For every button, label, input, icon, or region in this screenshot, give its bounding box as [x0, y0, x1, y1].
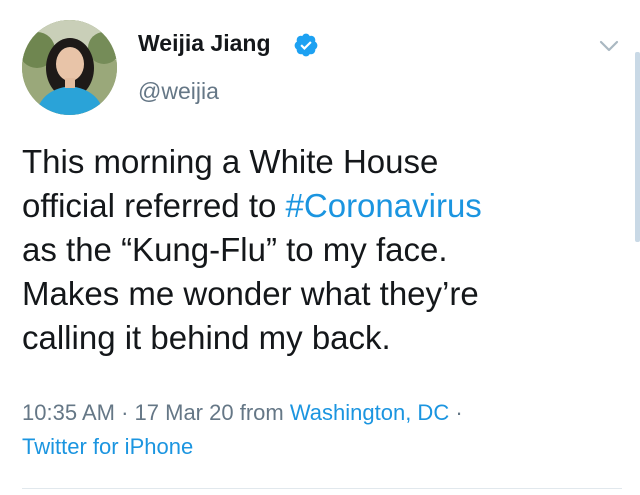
verified-badge-icon [294, 33, 318, 57]
scrollbar[interactable] [635, 52, 640, 242]
divider [22, 488, 622, 489]
source-link[interactable]: Twitter for iPhone [22, 434, 193, 459]
tweet-text-line: Makes me wonder what they’re [22, 275, 479, 312]
author-handle[interactable]: @weijia [138, 78, 219, 105]
tweet-card: Weijia Jiang @weijia This morning a Whit… [0, 0, 640, 495]
tweet-date[interactable]: 17 Mar 20 [135, 400, 234, 425]
tweet-text: This morning a White House official refe… [22, 140, 622, 360]
tweet-meta-row: Twitter for iPhone [22, 430, 622, 464]
location-link[interactable]: Washington, DC [290, 400, 449, 425]
tweet-text-line: as the “Kung-Flu” to my face. [22, 231, 448, 268]
tweet-time[interactable]: 10:35 AM [22, 400, 115, 425]
meta-separator: · [121, 400, 129, 425]
meta-separator: · [455, 400, 463, 425]
from-label: from [239, 400, 284, 425]
tweet-text-line: official referred to #Coronavirus [22, 187, 482, 224]
author-display-name[interactable]: Weijia Jiang [138, 30, 271, 57]
tweet-text-line: calling it behind my back. [22, 319, 391, 356]
avatar[interactable] [22, 20, 117, 115]
hashtag-link[interactable]: #Coronavirus [286, 187, 482, 224]
profile-photo-icon [22, 20, 117, 115]
tweet-meta: 10:35 AM · 17 Mar 20 from Washington, DC… [22, 396, 622, 464]
tweet-text-line: This morning a White House [22, 143, 439, 180]
tweet-meta-row: 10:35 AM · 17 Mar 20 from Washington, DC… [22, 396, 622, 430]
chevron-down-icon[interactable] [598, 38, 620, 54]
